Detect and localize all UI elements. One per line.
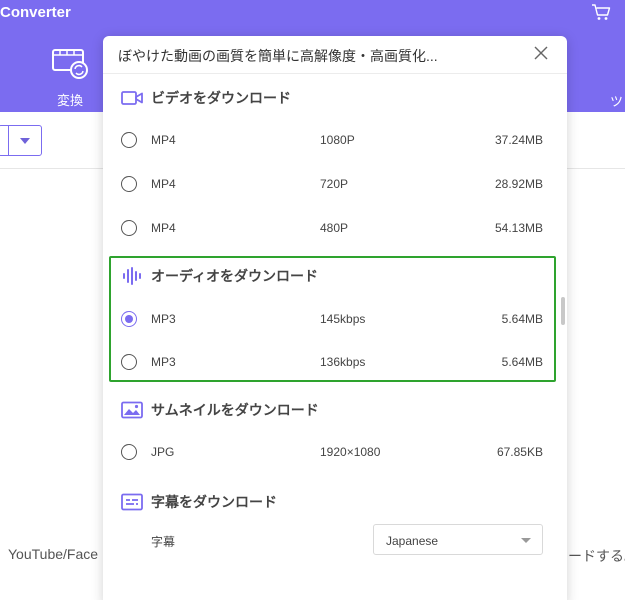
video-convert-icon	[52, 49, 88, 79]
radio-button[interactable]	[121, 220, 137, 236]
audio-wave-icon	[123, 267, 141, 285]
option-quality: 480P	[320, 221, 349, 235]
radio-button-selected[interactable]	[121, 311, 137, 327]
subtitle-field-label: 字幕	[151, 535, 176, 549]
option-size: 5.64MB	[501, 355, 543, 369]
option-quality: 1920×1080	[320, 445, 381, 459]
option-quality: 136kbps	[320, 355, 366, 369]
subtitle-icon	[121, 493, 143, 511]
video-option-480p[interactable]: MP4 480P 54.13MB	[121, 213, 549, 243]
cart-icon[interactable]	[591, 3, 611, 21]
option-size: 67.85KB	[496, 445, 543, 459]
nav-convert-label: 変換	[56, 93, 83, 108]
option-format: MP3	[151, 355, 176, 369]
thumbnail-option-jpg[interactable]: JPG 1920×1080 67.85KB	[121, 437, 549, 467]
option-size: 5.64MB	[501, 312, 543, 326]
video-camera-icon	[121, 91, 143, 105]
option-size: 37.24MB	[494, 133, 543, 147]
video-option-720p[interactable]: MP4 720P 28.92MB	[121, 169, 549, 199]
radio-button[interactable]	[121, 176, 137, 192]
chevron-down-icon	[20, 138, 30, 144]
nav-tools-label[interactable]: ツ	[610, 91, 623, 110]
download-options-dialog: ぼやけた動画の画質を簡単に高解像度・高画質化... ビデオをダウンロード MP4…	[103, 36, 567, 600]
radio-button[interactable]	[121, 354, 137, 370]
close-icon[interactable]	[534, 46, 548, 60]
dropdown-divider	[8, 126, 9, 155]
video-option-1080p[interactable]: MP4 1080P 37.24MB	[121, 125, 549, 155]
scrollbar[interactable]	[561, 297, 565, 325]
option-size: 28.92MB	[494, 177, 543, 191]
dialog-title: ぼやけた動画の画質を簡単に高解像度・高画質化...	[118, 48, 438, 64]
thumbnail-section-title: サムネイルをダウンロード	[151, 402, 319, 418]
audio-option-136kbps[interactable]: MP3 136kbps 5.64MB	[121, 347, 549, 377]
video-section-title: ビデオをダウンロード	[151, 90, 291, 106]
output-dropdown[interactable]	[0, 125, 42, 156]
option-format: JPG	[151, 445, 175, 459]
nav-convert[interactable]: 変換	[46, 44, 94, 109]
option-format: MP4	[151, 177, 176, 191]
audio-option-145kbps[interactable]: MP3 145kbps 5.64MB	[121, 304, 549, 334]
option-size: 54.13MB	[494, 221, 543, 235]
audio-section-title: オーディオをダウンロード	[151, 268, 319, 284]
subtitle-language-select[interactable]: Japanese	[373, 524, 543, 555]
radio-button[interactable]	[121, 444, 137, 460]
radio-button[interactable]	[121, 132, 137, 148]
selected-language: Japanese	[386, 534, 439, 548]
subtitle-section-title: 字幕をダウンロード	[151, 494, 277, 510]
chevron-down-icon	[521, 538, 531, 543]
option-quality: 720P	[320, 177, 349, 191]
option-quality: 145kbps	[320, 312, 366, 326]
image-icon	[121, 401, 143, 419]
option-format: MP3	[151, 312, 176, 326]
app-title: Converter	[0, 4, 71, 21]
background-hint-text: YouTube/Face	[8, 546, 99, 562]
option-quality: 1080P	[320, 133, 355, 147]
subtitle-section-header: 字幕をダウンロード	[121, 491, 277, 513]
option-format: MP4	[151, 133, 176, 147]
thumbnail-section-header: サムネイルをダウンロード	[121, 399, 319, 421]
background-hint-text-right: ードする。	[568, 548, 625, 564]
option-format: MP4	[151, 221, 176, 235]
video-section-header: ビデオをダウンロード	[121, 87, 291, 109]
dialog-header: ぼやけた動画の画質を簡単に高解像度・高画質化...	[103, 36, 567, 74]
audio-section-header: オーディオをダウンロード	[121, 265, 318, 287]
